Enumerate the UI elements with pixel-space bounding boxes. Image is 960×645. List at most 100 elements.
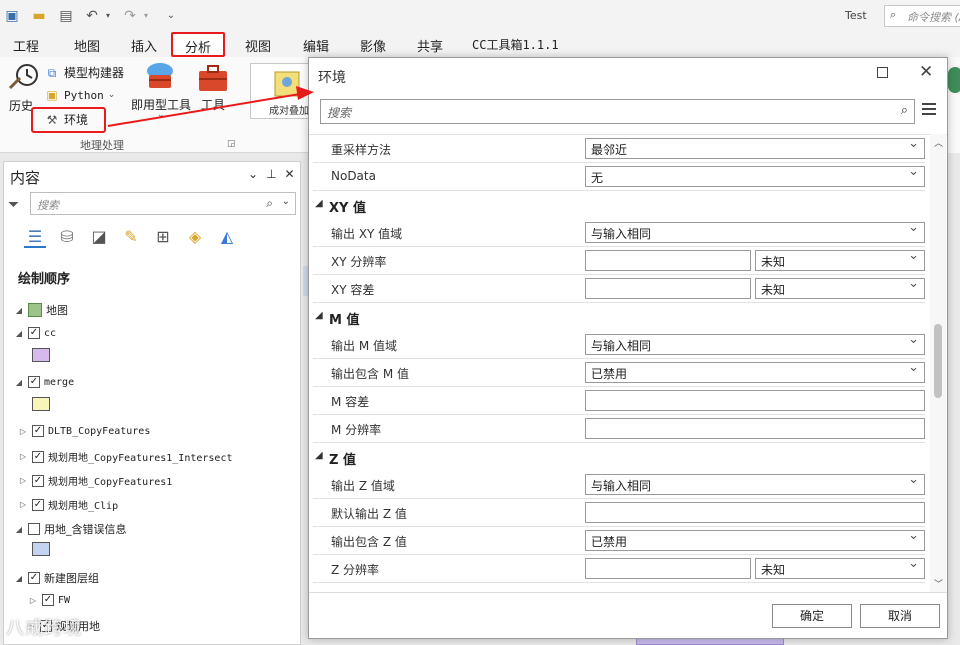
collapse-icon[interactable]: ◢	[14, 378, 24, 387]
save-icon[interactable]: ▤	[58, 8, 74, 24]
section-header[interactable]: ◢ Z 值	[313, 443, 925, 471]
undo-dropdown-icon[interactable]: ▾	[100, 8, 116, 24]
environments-button[interactable]: ⚒ 环境	[44, 111, 88, 128]
maximize-icon[interactable]	[877, 67, 888, 78]
ready-to-use-dropdown-icon[interactable]: ⌄	[157, 110, 165, 120]
customize-toolbar-icon[interactable]: ⌄	[163, 8, 179, 24]
group-launcher-icon[interactable]: ◲	[227, 139, 236, 149]
parameter-value-input[interactable]	[585, 250, 751, 271]
unit-select[interactable]: 未知	[755, 558, 925, 579]
history-button[interactable]: 历史	[9, 97, 33, 114]
layer-row[interactable]: ▷ ✓ 规划用地_Clip	[18, 497, 118, 512]
unit-select[interactable]: 未知	[755, 250, 925, 271]
layer-row[interactable]: ▷ ✓ 规划用地_CopyFeatures1	[18, 473, 172, 488]
redo-dropdown-icon[interactable]: ▾	[138, 8, 154, 24]
layer-visibility-checkbox[interactable]: ✓	[42, 594, 54, 606]
expand-icon[interactable]: ▷	[18, 476, 28, 485]
chevron-up-icon[interactable]: ︿	[934, 136, 943, 149]
perspective-icon[interactable]: ◭	[216, 226, 238, 248]
new-project-icon[interactable]: ▣	[4, 8, 20, 24]
tab-map[interactable]: 地图	[74, 36, 100, 55]
python-button[interactable]: ▣ Python ⌄	[44, 87, 115, 103]
redo-icon[interactable]: ↷	[122, 8, 138, 24]
layer-visibility-checkbox[interactable]: ✓	[32, 425, 44, 437]
pane-options-icon[interactable]: ⌄	[248, 167, 266, 181]
parameter-value-input[interactable]	[585, 418, 925, 439]
parameter-select[interactable]: 与输入相同	[585, 222, 925, 243]
pin-icon[interactable]: ⊥	[266, 167, 284, 181]
collapse-icon[interactable]: ◢	[315, 450, 323, 461]
symbol-swatch[interactable]	[32, 348, 50, 362]
tool-gallery-item[interactable]: 成对叠加	[250, 63, 310, 119]
python-dropdown-icon[interactable]: ⌄	[108, 90, 116, 100]
layer-row[interactable]: ▷ ✓ FW	[28, 594, 70, 606]
open-folder-icon[interactable]: ▬	[31, 8, 47, 24]
menu-icon[interactable]	[922, 103, 936, 118]
layer-visibility-checkbox[interactable]: ✓	[28, 572, 40, 584]
drawing-order-icon[interactable]: ☰	[24, 226, 46, 248]
collapse-icon[interactable]: ◢	[14, 306, 24, 315]
labeling-icon[interactable]: ◈	[184, 226, 206, 248]
layer-visibility-checkbox[interactable]: ✓	[32, 498, 44, 511]
symbol-swatch[interactable]	[32, 397, 50, 411]
symbol-swatch[interactable]	[32, 542, 50, 556]
close-icon[interactable]: ✕	[285, 167, 303, 181]
tab-analysis[interactable]: 分析	[171, 32, 226, 57]
tab-share[interactable]: 共享	[417, 36, 443, 55]
section-header[interactable]: ◢ XY 值	[313, 191, 925, 219]
layer-row[interactable]: ▷ ✓ 规划用地_CopyFeatures1_Intersect	[18, 449, 233, 464]
ok-button[interactable]: 确定	[772, 604, 852, 628]
tab-view[interactable]: 视图	[245, 36, 271, 55]
layer-visibility-checkbox[interactable]: ✓	[32, 474, 44, 487]
parameter-select[interactable]: 与输入相同	[585, 474, 925, 495]
collapse-icon[interactable]: ◢	[14, 329, 24, 338]
parameter-value-input[interactable]	[585, 502, 925, 523]
parameter-value-input[interactable]	[585, 278, 751, 299]
contents-search-input[interactable]: 搜索 ⌕ ⌄	[30, 192, 296, 215]
parameter-value-input[interactable]	[585, 390, 925, 411]
parameter-select[interactable]: 与输入相同	[585, 334, 925, 355]
data-source-icon[interactable]: ⛁	[56, 226, 78, 248]
expand-icon[interactable]: ▷	[18, 500, 28, 509]
parameter-select[interactable]: 最邻近	[585, 138, 925, 159]
tab-insert[interactable]: 插入	[131, 36, 157, 55]
vertical-scrollbar[interactable]: ︿ ﹀	[930, 134, 946, 592]
environment-search-input[interactable]: 搜索 ⌕	[320, 99, 915, 124]
layer-visibility-checkbox[interactable]: ✓	[32, 450, 44, 463]
expand-icon[interactable]: ▷	[18, 452, 28, 461]
collapse-icon[interactable]: ◢	[14, 525, 24, 534]
user-name[interactable]: Test	[845, 9, 867, 22]
layer-row[interactable]: ▷ ✓ DLTB_CopyFeatures	[18, 425, 150, 437]
command-search-input[interactable]: ⌕ 命令搜索 (Alt+Q)	[884, 5, 960, 27]
snapping-icon[interactable]: ⊞	[152, 226, 174, 248]
collapse-icon[interactable]: ◢	[315, 310, 323, 321]
collapse-icon[interactable]: ◢	[14, 574, 24, 583]
parameter-select[interactable]: 已禁用	[585, 362, 925, 383]
layer-visibility-checkbox[interactable]	[28, 523, 40, 535]
layer-row[interactable]: ◢ 用地_含错误信息	[14, 521, 127, 537]
tab-imagery[interactable]: 影像	[360, 36, 386, 55]
editing-icon[interactable]: ✎	[120, 226, 142, 248]
tools-button[interactable]: 工具	[201, 96, 225, 113]
undo-icon[interactable]: ↶	[84, 8, 100, 24]
collapse-icon[interactable]: ◢	[315, 198, 323, 209]
layer-row[interactable]: ◢ 地图	[14, 302, 68, 318]
expand-icon[interactable]: ▷	[18, 427, 28, 436]
parameter-select[interactable]: 已禁用	[585, 530, 925, 551]
section-header[interactable]: ◢ M 值	[313, 303, 925, 331]
parameter-value-input[interactable]	[585, 558, 751, 579]
search-icon[interactable]: ⌕	[901, 103, 908, 118]
selection-icon[interactable]: ◪	[88, 226, 110, 248]
layer-row[interactable]: ◢ ✓ 新建图层组	[14, 570, 99, 586]
tab-cc-toolbox[interactable]: CC工具箱1.1.1	[472, 36, 559, 53]
scrollbar-thumb[interactable]	[934, 324, 942, 398]
tab-edit[interactable]: 编辑	[303, 36, 329, 55]
layer-visibility-checkbox[interactable]: ✓	[28, 376, 40, 388]
layer-visibility-checkbox[interactable]: ✓	[28, 327, 40, 339]
unit-select[interactable]: 未知	[755, 278, 925, 299]
layer-row[interactable]: ◢ ✓ cc	[14, 327, 56, 339]
layer-row[interactable]: ◢ ✓ merge	[14, 376, 74, 388]
model-builder-button[interactable]: ⧉ 模型构建器	[44, 64, 124, 81]
cancel-button[interactable]: 取消	[860, 604, 940, 628]
close-icon[interactable]: ✕	[919, 62, 933, 82]
